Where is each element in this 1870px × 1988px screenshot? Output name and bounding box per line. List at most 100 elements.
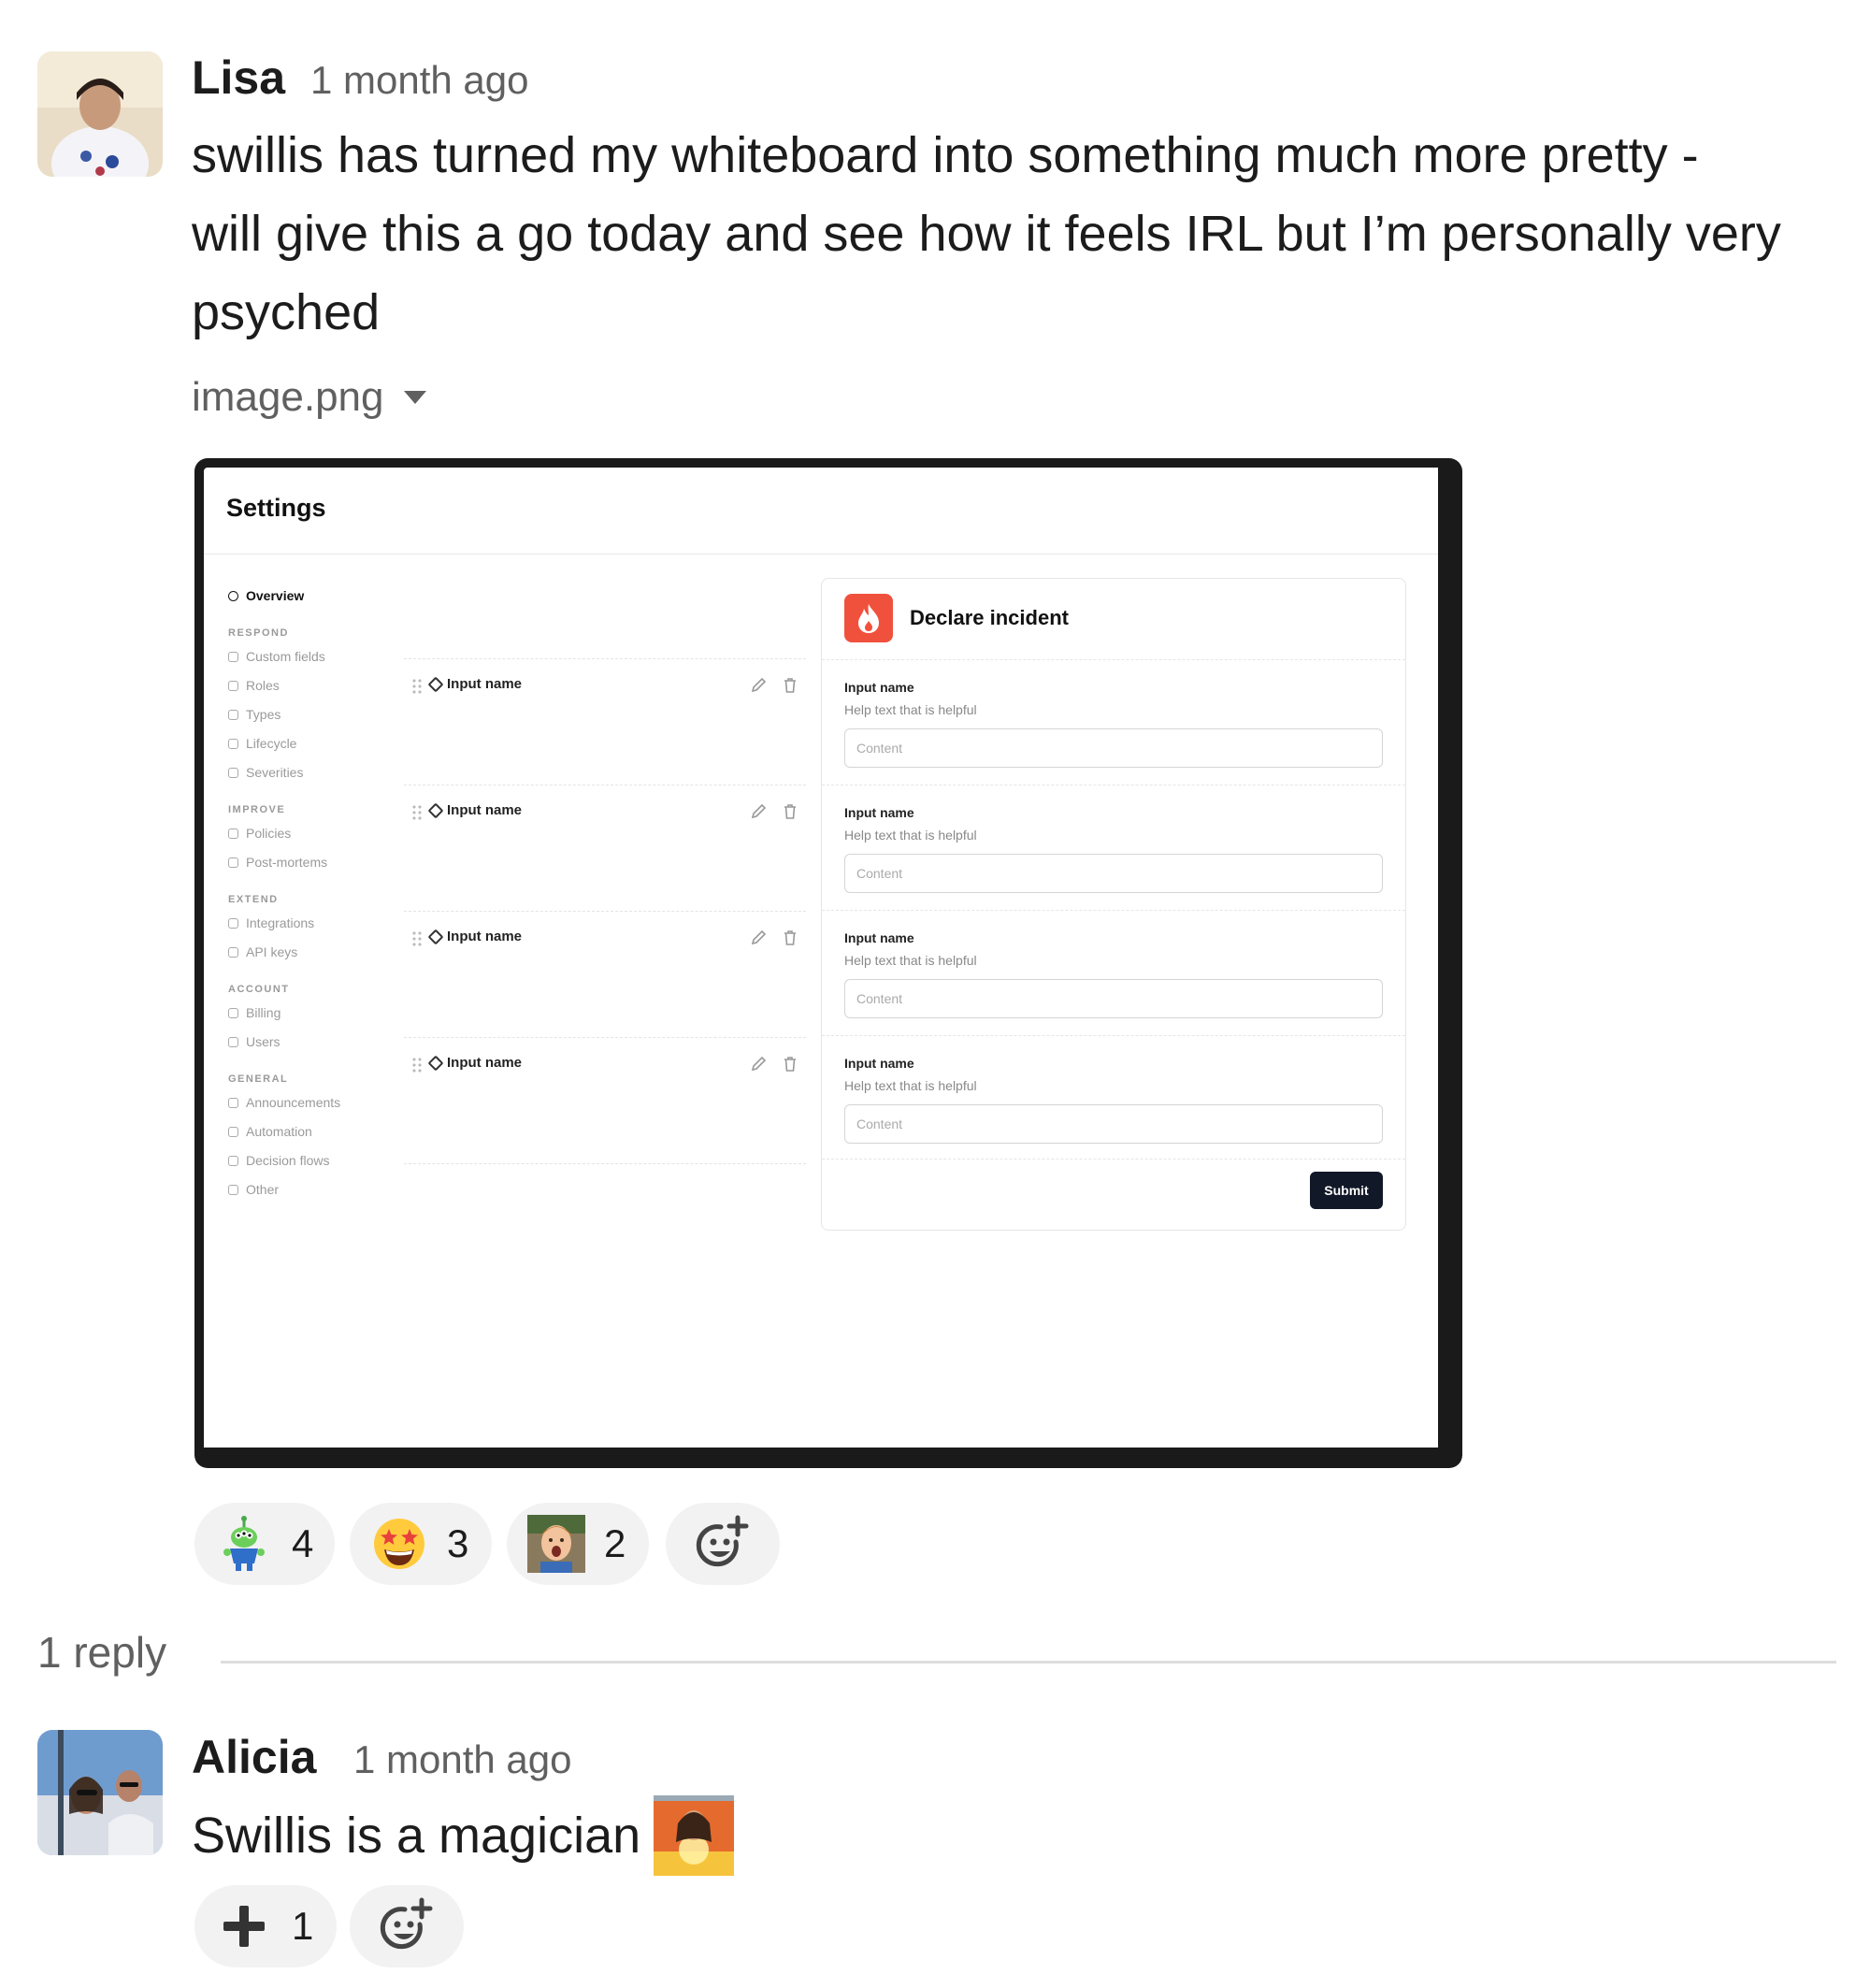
grid-icon bbox=[228, 710, 238, 720]
field-row: Input name bbox=[404, 785, 806, 912]
reaction-plus-one[interactable]: 1 bbox=[194, 1885, 337, 1967]
form-field: Input name Help text that is helpful Con… bbox=[844, 930, 1383, 1018]
nav-label: Severities bbox=[246, 765, 304, 780]
message-line: will give this a go today and see how it… bbox=[192, 206, 1781, 262]
circle-icon bbox=[228, 1127, 238, 1137]
nav-label: Custom fields bbox=[246, 649, 325, 664]
message-text: Swillis is a magician bbox=[192, 1795, 735, 1876]
branch-icon bbox=[228, 1156, 238, 1166]
reaction-count: 1 bbox=[292, 1904, 314, 1948]
check-icon bbox=[228, 828, 238, 839]
form-field: Input name Help text that is helpful Con… bbox=[844, 680, 1383, 768]
nav-item: Severities bbox=[228, 758, 406, 787]
divider bbox=[221, 1661, 1836, 1664]
field-row: Input name bbox=[404, 658, 806, 785]
nav-label: Automation bbox=[246, 1124, 312, 1139]
alien-toy-icon bbox=[215, 1515, 273, 1573]
settings-sidebar: Overview RESPOND Custom fields Roles Typ… bbox=[228, 582, 406, 1204]
nav-label: Decision flows bbox=[246, 1153, 330, 1168]
attachment-toggle[interactable]: image.png bbox=[192, 374, 427, 421]
reaction-alien-toy[interactable]: 4 bbox=[194, 1503, 335, 1585]
lifecycle-icon bbox=[228, 739, 238, 749]
message-line: psyched bbox=[192, 284, 381, 340]
plug-icon bbox=[228, 918, 238, 929]
field-row: Input name bbox=[404, 1038, 806, 1164]
nav-label: Roles bbox=[246, 678, 280, 693]
nav-item: Types bbox=[228, 700, 406, 729]
reaction-count: 2 bbox=[604, 1521, 626, 1565]
field-type-icon bbox=[427, 1055, 444, 1071]
reaction-star-struck[interactable]: 3 bbox=[350, 1503, 492, 1585]
field-help: Help text that is helpful bbox=[844, 1078, 977, 1093]
field-name: Input name bbox=[427, 802, 522, 818]
nav-item: Automation bbox=[228, 1117, 406, 1146]
users-icon bbox=[228, 1037, 238, 1047]
nav-section-heading: RESPOND bbox=[228, 627, 289, 639]
message-timestamp[interactable]: 1 month ago bbox=[310, 58, 529, 103]
screenshot-title: Settings bbox=[226, 494, 326, 522]
divider bbox=[204, 554, 1438, 555]
avatar-alicia[interactable] bbox=[37, 1730, 163, 1855]
form-header: Declare incident bbox=[844, 594, 1069, 642]
avatar-lisa[interactable] bbox=[37, 51, 163, 177]
divider bbox=[822, 1035, 1405, 1037]
reaction-surprised-kid[interactable]: 2 bbox=[507, 1503, 649, 1585]
reply-count[interactable]: 1 reply bbox=[37, 1627, 166, 1678]
drag-handle-icon bbox=[411, 930, 423, 947]
attachment-filename: image.png bbox=[192, 374, 384, 420]
reaction-count: 3 bbox=[447, 1521, 469, 1565]
author-name[interactable]: Lisa bbox=[192, 50, 285, 105]
nav-label: Lifecycle bbox=[246, 736, 297, 751]
nav-section-heading: EXTEND bbox=[228, 894, 279, 905]
message-timestamp[interactable]: 1 month ago bbox=[353, 1737, 572, 1782]
author-name[interactable]: Alicia bbox=[192, 1730, 316, 1784]
gear-icon bbox=[228, 1185, 238, 1195]
bell-icon bbox=[228, 768, 238, 778]
add-reaction-button[interactable] bbox=[350, 1885, 464, 1967]
nav-label: Policies bbox=[246, 826, 292, 841]
divider bbox=[822, 910, 1405, 912]
nav-label: Overview bbox=[246, 588, 305, 603]
add-emoji-icon bbox=[696, 1515, 749, 1567]
field-name: Input name bbox=[427, 676, 523, 692]
reaction-count: 4 bbox=[292, 1521, 314, 1565]
pencil-icon bbox=[751, 1056, 767, 1072]
nav-section-heading: IMPROVE bbox=[228, 804, 286, 815]
trash-icon bbox=[784, 804, 796, 819]
caret-down-icon bbox=[404, 391, 427, 404]
card-icon bbox=[228, 1008, 238, 1018]
field-label: Input name bbox=[447, 676, 523, 692]
nav-item: Users bbox=[228, 1028, 406, 1057]
tag-icon bbox=[228, 652, 238, 662]
attachment-image[interactable]: Settings Overview RESPOND Custom fields … bbox=[194, 458, 1462, 1468]
nav-item: Post-mortems bbox=[228, 848, 406, 877]
content-input: Content bbox=[844, 979, 1383, 1018]
content-input: Content bbox=[844, 1104, 1383, 1144]
overview-icon bbox=[228, 591, 238, 601]
nav-item: Integrations bbox=[228, 909, 406, 938]
divider bbox=[822, 1159, 1405, 1160]
nav-section-heading: GENERAL bbox=[228, 1073, 289, 1085]
key-icon bbox=[228, 947, 238, 958]
divider bbox=[822, 659, 1405, 661]
trash-icon bbox=[784, 930, 796, 945]
message-line: Swillis is a magician bbox=[192, 1808, 641, 1864]
field-list: Input name Input name Input name Input n… bbox=[404, 658, 806, 1164]
add-reaction-button[interactable] bbox=[666, 1503, 780, 1585]
drag-handle-icon bbox=[411, 678, 423, 695]
nav-item: Decision flows bbox=[228, 1146, 406, 1175]
field-help: Help text that is helpful bbox=[844, 953, 977, 968]
nav-label: Integrations bbox=[246, 915, 315, 930]
user-icon bbox=[228, 681, 238, 691]
nav-label: Types bbox=[246, 707, 281, 722]
nav-item: API keys bbox=[228, 938, 406, 967]
form-title: Declare incident bbox=[910, 606, 1069, 629]
add-emoji-icon bbox=[380, 1897, 433, 1950]
nav-item: Billing bbox=[228, 999, 406, 1028]
drag-handle-icon bbox=[411, 1057, 423, 1073]
field-label: Input name bbox=[844, 1056, 914, 1071]
surprised-kid-icon bbox=[527, 1515, 585, 1573]
nav-section-heading: ACCOUNT bbox=[228, 984, 290, 995]
pencil-icon bbox=[751, 929, 767, 945]
nav-item: Custom fields bbox=[228, 642, 406, 671]
